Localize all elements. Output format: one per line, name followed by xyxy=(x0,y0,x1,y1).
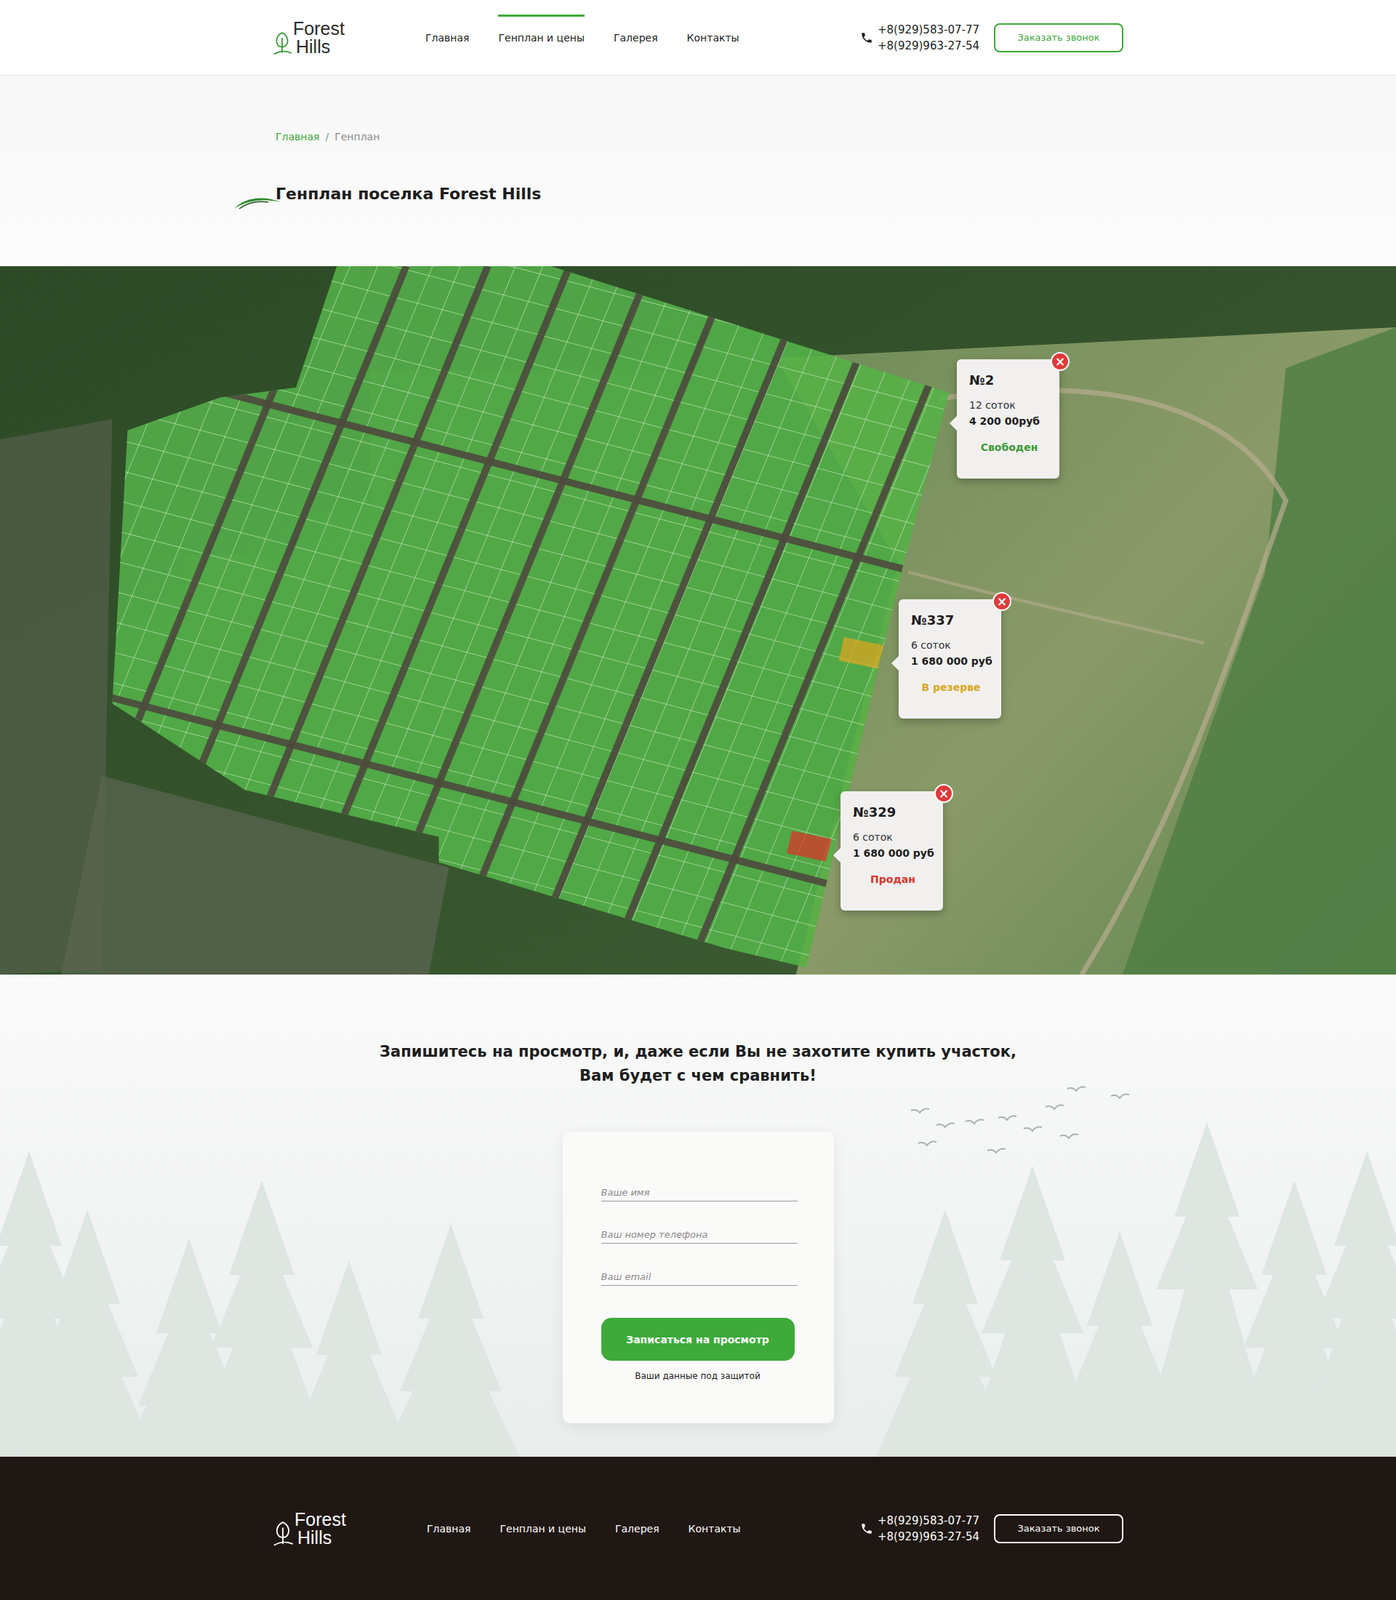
callback-button[interactable]: Заказать звонок xyxy=(993,1513,1124,1543)
tree-logo-icon xyxy=(272,1518,294,1547)
header: ForestHillsГлавнаяГенплан и ценыГалереяК… xyxy=(0,0,1396,76)
breadcrumb-item[interactable]: Главная xyxy=(275,130,320,143)
breadcrumb-item: Генплан xyxy=(334,130,380,143)
viewing-form: Записаться на просмотр Ваши данные под за… xyxy=(562,1131,834,1423)
phone-number[interactable]: +8(929)583-07-77 xyxy=(877,1513,980,1527)
form-heading: Запишитесь на просмотр, и, даже если Вы … xyxy=(379,1039,1017,1088)
viewing-form-section: Запишитесь на просмотр, и, даже если Вы … xyxy=(0,974,1396,1457)
footer-nav-item[interactable]: Галерея xyxy=(615,1513,660,1543)
satellite-map xyxy=(0,266,1396,975)
main-nav: Главная Генплан и цены Галерея Контакты xyxy=(425,23,740,53)
logo[interactable]: ForestHills xyxy=(272,19,426,56)
plot-popup: ×№212 соток4 200 00рубСвободен xyxy=(956,359,1060,479)
plot-area: 6 соток xyxy=(852,831,933,843)
plot-price: 1 680 000 руб xyxy=(852,847,933,859)
breadcrumb-separator: / xyxy=(325,130,329,143)
plot-number: №337 xyxy=(911,612,992,628)
logo-line: Hills xyxy=(295,37,345,56)
intro: Главная / Генплан Генплан поселка Forest H… xyxy=(0,75,1396,267)
page: ForestHillsГлавнаяГенплан и ценыГалереяК… xyxy=(0,0,1396,1600)
plot-status: Продан xyxy=(852,873,933,885)
footer-nav-item[interactable]: Генплан и цены xyxy=(499,1513,587,1543)
footer-phones: +8(929)583-07-77 +8(929)963-27-54 xyxy=(860,1513,980,1543)
swoosh-icon xyxy=(233,194,282,210)
close-button[interactable]: × xyxy=(1050,351,1070,371)
plot-highlight[interactable] xyxy=(786,830,832,861)
footer-logo[interactable]: ForestHills xyxy=(272,1510,427,1547)
submit-button[interactable]: Записаться на просмотр xyxy=(601,1317,795,1361)
plot-popup: ×№3296 соток1 680 000 рубПродан xyxy=(840,791,944,911)
close-button[interactable]: × xyxy=(992,591,1012,611)
nav-item[interactable]: Генплан и цены xyxy=(498,23,585,53)
close-button[interactable]: × xyxy=(934,783,954,803)
footer: ForestHillsГлавнаяГенплан и ценыГалереяК… xyxy=(0,1456,1396,1600)
plot-area: 6 соток xyxy=(911,639,992,651)
logo-line: Forest xyxy=(293,19,345,38)
plot-status: Свободен xyxy=(969,441,1050,453)
phone-number[interactable]: +8(929)583-07-77 xyxy=(877,23,980,37)
phone-number[interactable]: +8(929)963-27-54 xyxy=(877,1529,980,1543)
plot-number: №329 xyxy=(852,804,933,820)
plot-highlight[interactable] xyxy=(839,636,885,669)
text-field[interactable] xyxy=(601,1266,798,1286)
site-plan-map: ×№212 соток4 200 00рубСвободен×№3376 сот… xyxy=(0,266,1396,975)
footer-nav-item[interactable]: Контакты xyxy=(688,1513,741,1543)
phone-icon xyxy=(860,31,874,45)
phones: +8(929)583-07-77 +8(929)963-27-54 xyxy=(860,23,980,53)
callback-button[interactable]: Заказать звонок xyxy=(993,23,1124,53)
phone-icon xyxy=(860,1521,874,1535)
nav-item[interactable]: Галерея xyxy=(613,23,659,53)
breadcrumb: Главная / Генплан xyxy=(275,130,1124,143)
nav-item[interactable]: Контакты xyxy=(687,23,740,53)
plot-price: 4 200 00руб xyxy=(969,415,1050,427)
plot-area: 12 соток xyxy=(969,399,1050,411)
plot-number: №2 xyxy=(969,372,1050,388)
text-field[interactable] xyxy=(601,1224,798,1244)
text-field[interactable] xyxy=(601,1182,798,1202)
footer-nav: Главная Генплан и цены Галерея Контакты xyxy=(426,1513,741,1543)
plot-price: 1 680 000 руб xyxy=(911,655,992,667)
footer-nav-item[interactable]: Главная xyxy=(426,1513,471,1543)
page-title: Генплан поселка Forest Hills xyxy=(275,184,1124,203)
nav-item[interactable]: Главная xyxy=(425,23,469,53)
tree-logo-icon xyxy=(272,29,292,56)
plot-status: В резерве xyxy=(911,681,992,693)
logo-line: Forest xyxy=(294,1510,347,1529)
phone-number[interactable]: +8(929)963-27-54 xyxy=(877,39,980,53)
privacy-note: Ваши данные под защитой xyxy=(601,1370,795,1381)
logo-line: Hills xyxy=(297,1528,347,1547)
plot-popup: ×№3376 соток1 680 000 рубВ резерве xyxy=(898,599,1002,719)
